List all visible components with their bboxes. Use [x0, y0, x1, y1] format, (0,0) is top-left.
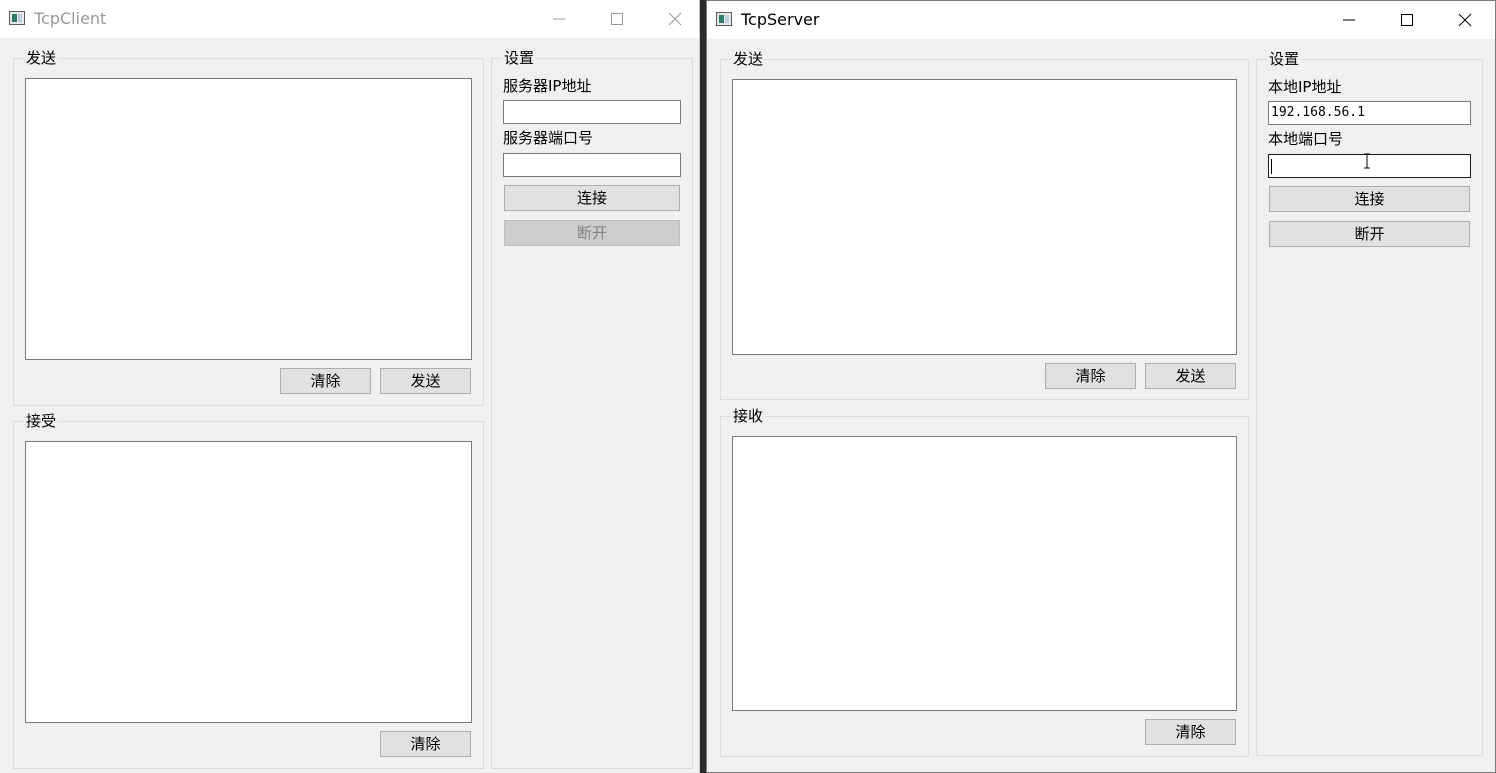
tcpclient-window: TcpClient 发送 清除 发送 接受 清除 设置 服务器IP地址 服务器端…: [0, 0, 700, 773]
maximize-icon: [1401, 14, 1413, 26]
client-titlebar[interactable]: TcpClient: [0, 0, 699, 38]
send-group-label: 发送: [24, 49, 59, 67]
minimize-icon: [1343, 19, 1355, 21]
server-titlebar[interactable]: TcpServer: [707, 1, 1495, 39]
send-button[interactable]: 发送: [380, 368, 471, 394]
minimize-button[interactable]: [1320, 1, 1378, 39]
close-icon: [1458, 13, 1472, 27]
ibeam-cursor-icon: [1364, 153, 1370, 169]
server-port-label: 服务器端口号: [503, 129, 594, 147]
settings-group-label: 设置: [1267, 50, 1302, 68]
maximize-button[interactable]: [1378, 1, 1436, 39]
server-ip-label: 服务器IP地址: [503, 77, 592, 95]
disconnect-button[interactable]: 断开: [1269, 221, 1470, 247]
send-clear-button[interactable]: 清除: [280, 368, 371, 394]
app-icon: [716, 12, 732, 26]
send-textarea[interactable]: [732, 79, 1237, 355]
send-group-label: 发送: [731, 50, 766, 68]
tcpserver-window: TcpServer 发送 清除 发送 接收 清除 设置 本地IP地址 192.1…: [706, 0, 1496, 773]
receive-textarea[interactable]: [732, 436, 1237, 711]
receive-group-label: 接受: [24, 412, 59, 430]
connect-button[interactable]: 连接: [1269, 186, 1470, 212]
server-port-input[interactable]: [503, 153, 681, 177]
maximize-icon: [611, 13, 623, 25]
minimize-icon: [553, 18, 565, 20]
receive-textarea[interactable]: [25, 441, 472, 723]
maximize-button[interactable]: [588, 0, 646, 38]
receive-clear-button[interactable]: 清除: [1145, 719, 1236, 745]
window-title: TcpClient: [34, 9, 107, 28]
app-icon: [9, 11, 25, 25]
minimize-button[interactable]: [530, 0, 588, 38]
disconnect-button[interactable]: 断开: [504, 220, 680, 246]
close-icon: [668, 12, 682, 26]
send-button[interactable]: 发送: [1145, 363, 1236, 389]
receive-group-label: 接收: [731, 407, 766, 425]
text-caret: [1271, 159, 1272, 174]
close-button[interactable]: [646, 0, 704, 38]
server-ip-input[interactable]: [503, 100, 681, 124]
settings-group-label: 设置: [502, 49, 537, 67]
local-ip-input[interactable]: 192.168.56.1: [1268, 101, 1471, 125]
local-port-label: 本地端口号: [1268, 130, 1344, 148]
send-textarea[interactable]: [25, 78, 472, 360]
window-title: TcpServer: [741, 10, 820, 29]
connect-button[interactable]: 连接: [504, 185, 680, 211]
receive-clear-button[interactable]: 清除: [380, 731, 471, 757]
send-clear-button[interactable]: 清除: [1045, 363, 1136, 389]
local-ip-label: 本地IP地址: [1268, 78, 1342, 96]
close-button[interactable]: [1436, 1, 1494, 39]
